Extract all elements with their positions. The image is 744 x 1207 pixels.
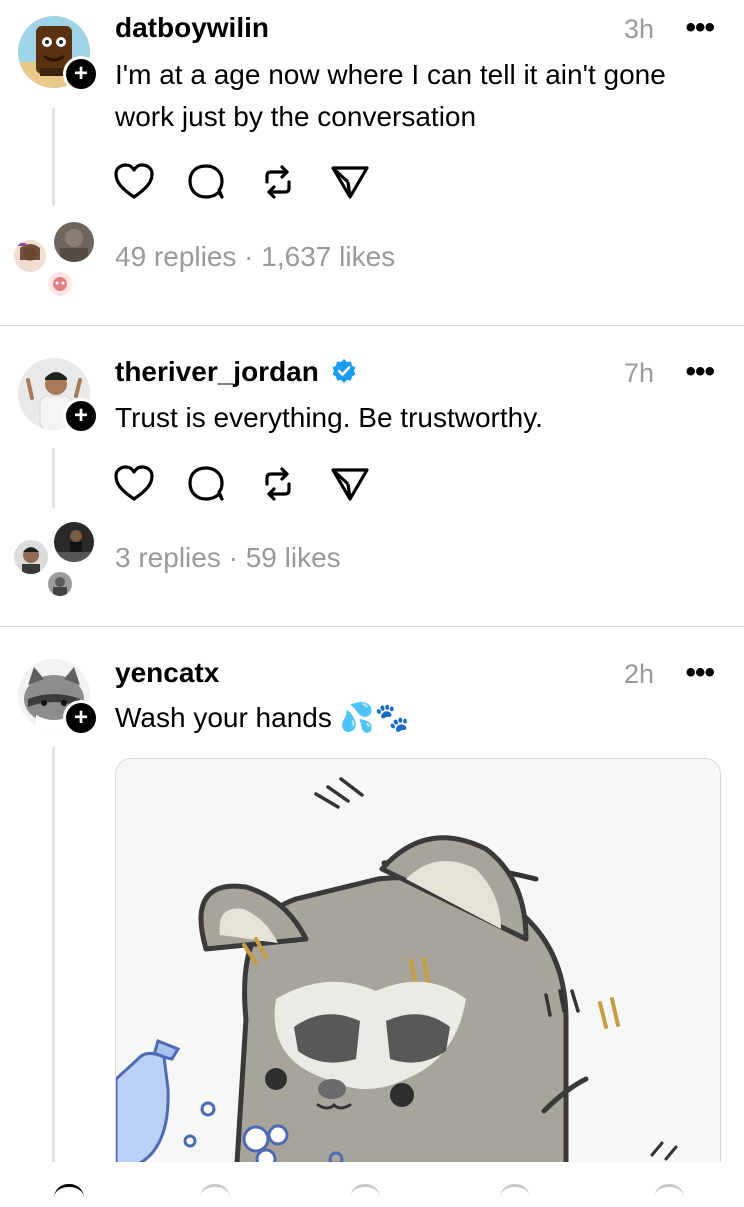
send-icon[interactable] (329, 162, 371, 202)
verified-badge-icon (332, 359, 356, 383)
more-options-icon[interactable]: ••• (685, 13, 714, 43)
send-icon[interactable] (329, 464, 371, 504)
compose-tab-icon[interactable] (350, 1184, 380, 1207)
post-time: 2h (623, 659, 654, 689)
post-stats[interactable]: 49 replies · 1,637 likes (115, 241, 395, 273)
post-text: Trust is everything. Be trustworthy. (115, 402, 543, 433)
post-time: 3h (623, 14, 654, 44)
raccoon-illustration (116, 759, 720, 1179)
home-tab-icon[interactable] (54, 1184, 84, 1207)
repost-icon[interactable] (257, 464, 299, 504)
heart-icon[interactable] (113, 464, 155, 504)
reply-avatar (52, 220, 96, 264)
comment-icon[interactable] (185, 464, 227, 504)
follow-plus-icon[interactable]: + (63, 700, 99, 736)
bottom-tab-bar (0, 1162, 744, 1192)
heart-icon[interactable] (113, 162, 155, 202)
reply-avatar (46, 270, 74, 298)
reply-avatar (12, 538, 50, 576)
username[interactable]: yencatx (115, 657, 219, 689)
thread-post: + datboywilin 3h ••• I'm at a age now wh… (0, 0, 744, 325)
post-stats[interactable]: 3 replies · 59 likes (115, 542, 341, 574)
username-text: theriver_jordan (115, 356, 319, 387)
post-time: 7h (623, 358, 654, 388)
more-options-icon[interactable]: ••• (685, 357, 714, 387)
follow-plus-icon[interactable]: + (63, 56, 99, 92)
thread-post: + theriver_jordan 7h ••• Trust is everyt… (0, 326, 744, 626)
reply-avatar (52, 520, 96, 564)
reply-avatar (12, 238, 48, 274)
repost-icon[interactable] (257, 162, 299, 202)
profile-tab-icon[interactable] (654, 1184, 684, 1207)
thread-line (52, 747, 55, 1167)
comment-icon[interactable] (185, 162, 227, 202)
thread-line (52, 448, 55, 508)
more-options-icon[interactable]: ••• (685, 658, 714, 688)
follow-plus-icon[interactable]: + (63, 398, 99, 434)
search-tab-icon[interactable] (200, 1184, 230, 1207)
reply-avatar (46, 570, 74, 598)
thread-line (52, 108, 55, 206)
post-text: I'm at a age now where I can tell it ain… (115, 59, 666, 132)
username[interactable]: theriver_jordan (115, 356, 357, 388)
post-image[interactable] (115, 758, 721, 1180)
post-text: Wash your hands 💦🐾 (115, 702, 410, 733)
activity-tab-icon[interactable] (500, 1184, 530, 1207)
username[interactable]: datboywilin (115, 12, 269, 44)
post-actions (113, 464, 383, 504)
post-actions (113, 162, 383, 202)
